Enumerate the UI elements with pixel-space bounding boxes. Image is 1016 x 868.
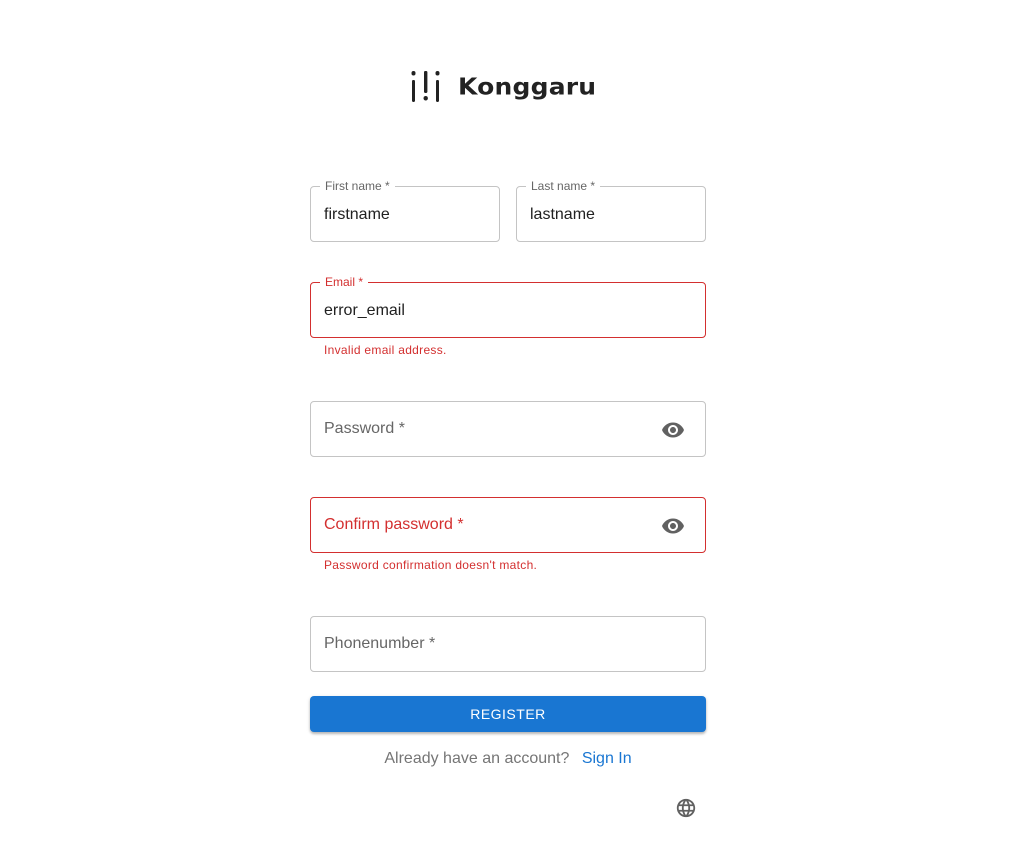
register-page: Konggaru First name * firstname Last nam… [0, 0, 1016, 868]
phone-number-field[interactable]: Phonenumber * [310, 616, 706, 672]
email-field[interactable]: Email * error_email [310, 275, 706, 338]
visibility-icon[interactable] [661, 514, 685, 538]
password-label: Password * [324, 420, 405, 437]
have-account-text: Already have an account? [384, 750, 570, 767]
email-value: error_email [324, 302, 405, 319]
confirm-password-field[interactable]: Confirm password * [310, 497, 706, 553]
brand-name: Konggaru [458, 72, 597, 100]
sign-in-prompt: Already have an account? Sign In [310, 749, 706, 769]
logo-mark-icon [411, 71, 440, 102]
confirm-password-label: Confirm password * [324, 516, 464, 533]
last-name-field[interactable]: Last name * lastname [516, 179, 706, 242]
brand-logo: Konggaru [410, 68, 596, 104]
last-name-value: lastname [530, 206, 595, 223]
confirm-password-error-text: Password confirmation doesn't match. [324, 558, 538, 572]
register-button[interactable]: REGISTER [310, 696, 706, 732]
last-name-label: Last name * [526, 179, 601, 193]
first-name-value: firstname [324, 206, 390, 223]
first-name-label: First name * [320, 179, 395, 193]
email-error-text: Invalid email address. [324, 343, 447, 357]
sign-in-link[interactable]: Sign In [582, 750, 632, 767]
password-field[interactable]: Password * [310, 401, 706, 457]
globe-icon[interactable] [675, 797, 697, 819]
email-label: Email * [320, 275, 369, 289]
first-name-field[interactable]: First name * firstname [310, 179, 500, 242]
visibility-icon[interactable] [661, 418, 685, 442]
phone-number-label: Phonenumber * [324, 635, 436, 652]
